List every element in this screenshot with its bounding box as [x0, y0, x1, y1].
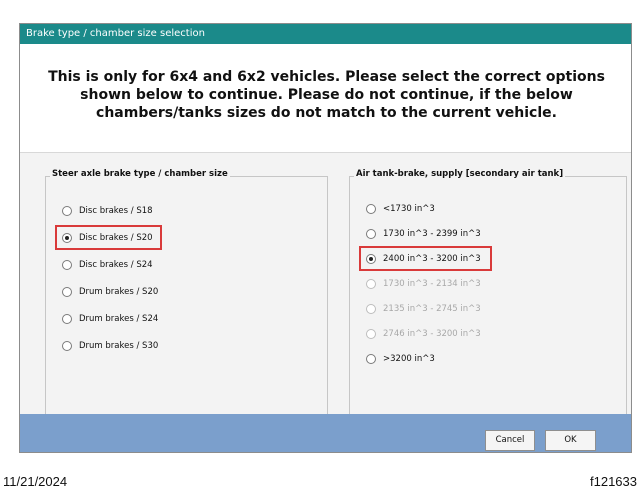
radio-button-disabled	[366, 279, 376, 289]
message-text: This is only for 6x4 and 6x2 vehicles. P…	[48, 69, 605, 121]
radio-button[interactable]	[62, 341, 72, 351]
steer-option-disc-s24[interactable]: Disc brakes / S24	[62, 257, 153, 273]
radio-label: 2135 in^3 - 2745 in^3	[383, 304, 481, 314]
tank-option-2746-3200: 2746 in^3 - 3200 in^3	[366, 326, 481, 342]
figure-id: f121633	[590, 474, 637, 489]
radio-label: Drum brakes / S24	[79, 314, 159, 324]
radio-button[interactable]	[62, 314, 72, 324]
steer-axle-legend: Steer axle brake type / chamber size	[50, 169, 230, 179]
radio-button[interactable]	[62, 206, 72, 216]
dialog-window: Brake type / chamber size selection This…	[19, 23, 632, 453]
selection-highlight-box	[55, 225, 162, 250]
tank-option-gt-3200[interactable]: >3200 in^3	[366, 351, 435, 367]
ok-button[interactable]: OK	[545, 430, 596, 451]
tank-option-2135-2745: 2135 in^3 - 2745 in^3	[366, 301, 481, 317]
radio-label: <1730 in^3	[383, 204, 435, 214]
cancel-button[interactable]: Cancel	[485, 430, 535, 451]
radio-button[interactable]	[62, 287, 72, 297]
steer-option-drum-s24[interactable]: Drum brakes / S24	[62, 311, 158, 327]
air-tank-legend: Air tank-brake, supply [secondary air ta…	[354, 169, 566, 179]
radio-label: 1730 in^3 - 2399 in^3	[383, 229, 481, 239]
radio-button[interactable]	[62, 260, 72, 270]
dialog-title: Brake type / chamber size selection	[20, 24, 631, 44]
message-panel: This is only for 6x4 and 6x2 vehicles. P…	[20, 44, 631, 153]
radio-label: Disc brakes / S24	[79, 260, 153, 270]
steer-option-drum-s20[interactable]: Drum brakes / S20	[62, 284, 158, 300]
selection-highlight-box	[359, 246, 492, 271]
steer-option-drum-s30[interactable]: Drum brakes / S30	[62, 338, 158, 354]
radio-label: Drum brakes / S20	[79, 287, 159, 297]
tank-option-1730-2399[interactable]: 1730 in^3 - 2399 in^3	[366, 226, 481, 242]
radio-button[interactable]	[366, 204, 376, 214]
button-bar: Cancel OK	[20, 414, 631, 452]
radio-button-disabled	[366, 329, 376, 339]
radio-button-disabled	[366, 304, 376, 314]
document-date: 11/21/2024	[3, 474, 68, 489]
tank-option-1730-2134: 1730 in^3 - 2134 in^3	[366, 276, 481, 292]
radio-label: 2746 in^3 - 3200 in^3	[383, 329, 481, 339]
steer-axle-group: Steer axle brake type / chamber size Dis…	[45, 169, 328, 426]
radio-label: Disc brakes / S18	[79, 206, 153, 216]
radio-button[interactable]	[366, 354, 376, 364]
radio-label: >3200 in^3	[383, 354, 435, 364]
radio-button[interactable]	[366, 229, 376, 239]
air-tank-group: Air tank-brake, supply [secondary air ta…	[349, 169, 627, 426]
steer-option-disc-s18[interactable]: Disc brakes / S18	[62, 203, 153, 219]
radio-label: 1730 in^3 - 2134 in^3	[383, 279, 481, 289]
tank-option-lt-1730[interactable]: <1730 in^3	[366, 201, 435, 217]
radio-label: Drum brakes / S30	[79, 341, 159, 351]
